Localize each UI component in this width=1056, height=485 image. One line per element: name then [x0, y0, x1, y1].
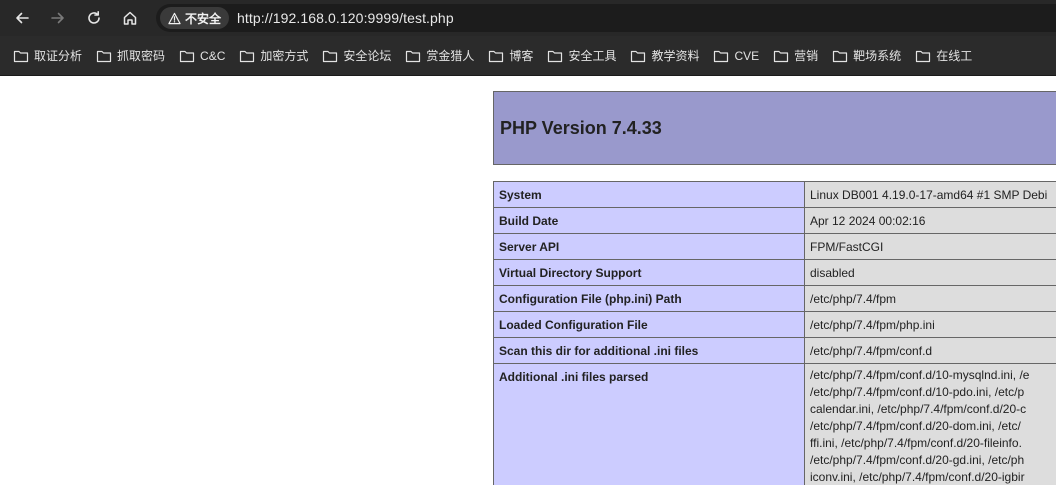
bookmark-label: 教学资料 [651, 49, 700, 63]
folder-icon [548, 50, 563, 62]
bookmark-folder[interactable]: 安全论坛 [317, 42, 396, 70]
info-value: /etc/php/7.4/fpm [804, 285, 1056, 312]
info-value-line: iconv.ini, /etc/php/7.4/fpm/conf.d/20-ig… [810, 470, 1025, 484]
phpinfo-header: PHP Version 7.4.33 [493, 91, 1056, 165]
info-key: Configuration File (php.ini) Path [493, 285, 805, 312]
folder-icon [240, 50, 255, 62]
info-value-line: /etc/php/7.4/fpm/conf.d/20-dom.ini, /etc… [810, 419, 1021, 433]
bookmark-folder[interactable]: 博客 [483, 42, 538, 70]
info-key: Server API [493, 233, 805, 260]
table-row: Additional .ini files parsed/etc/php/7.4… [493, 363, 1056, 485]
table-row: Server API FPM/FastCGI [493, 233, 1056, 260]
bookmark-label: CVE [734, 48, 760, 63]
page-content: PHP Version 7.4.33 System Linux DB001 4.1… [0, 76, 1056, 485]
bookmark-label: 靶场系统 [853, 49, 902, 63]
site-security-chip[interactable]: 不安全 [160, 7, 230, 29]
bookmark-folder[interactable]: 教学资料 [625, 42, 704, 70]
bookmark-folder[interactable]: 赏金猎人 [400, 42, 479, 70]
bookmark-folder[interactable]: 在线工 [910, 42, 977, 70]
folder-icon [406, 50, 421, 62]
reload-button[interactable] [82, 6, 106, 30]
bookmark-folder[interactable]: C&C [174, 42, 230, 70]
bookmark-label: 赏金猎人 [426, 49, 475, 63]
folder-icon [833, 50, 848, 62]
info-value: Apr 12 2024 00:02:16 [804, 207, 1056, 234]
table-row: Virtual Directory Support disabled [493, 259, 1056, 286]
table-row: Build Date Apr 12 2024 00:02:16 [493, 207, 1056, 234]
table-row: Configuration File (php.ini) Path/etc/ph… [493, 285, 1056, 312]
info-value: /etc/php/7.4/fpm/php.ini [804, 311, 1056, 338]
info-key: Loaded Configuration File [493, 311, 805, 338]
info-key: System [493, 181, 805, 208]
bookmarks-bar: 取证分析 抓取密码 C&C 加密方式 安全论坛 赏金猎人 博客 安全工具 教学资料 CVE 营销 靶场… [0, 36, 1056, 76]
folder-icon [96, 50, 112, 62]
bookmark-label: 取证分析 [34, 49, 83, 63]
bookmark-folder[interactable]: 加密方式 [234, 42, 313, 70]
folder-icon [179, 50, 195, 62]
bookmark-folder[interactable]: CVE [708, 42, 764, 70]
arrow-left-icon [16, 12, 29, 24]
php-version-title: PHP Version 7.4.33 [500, 117, 662, 138]
info-key: Build Date [493, 207, 805, 234]
folder-icon [774, 50, 789, 62]
info-value: /etc/php/7.4/fpm/conf.d/10-mysqlnd.ini, … [804, 363, 1056, 485]
arrow-right-icon [51, 12, 64, 24]
phpinfo-container: PHP Version 7.4.33 System Linux DB001 4.1… [493, 91, 1056, 485]
bookmark-label: 博客 [509, 49, 534, 63]
table-row: Loaded Configuration File/etc/php/7.4/fp… [493, 311, 1056, 338]
folder-icon [916, 50, 931, 62]
info-key: Virtual Directory Support [493, 259, 805, 286]
bookmark-folder[interactable]: 营销 [768, 42, 823, 70]
reload-icon [88, 11, 100, 24]
phpinfo-table: System Linux DB001 4.19.0-17-amd64 #1 SMP… [493, 181, 1056, 485]
browser-toolbar: 不安全 http://192.168.0.120:9999/test.php [0, 0, 1056, 36]
forward-button[interactable] [46, 6, 70, 30]
info-value: disabled [804, 259, 1056, 286]
info-value-line: /etc/php/7.4/fpm/conf.d/10-mysqlnd.ini, … [810, 368, 1030, 382]
info-value: FPM/FastCGI [804, 233, 1056, 260]
folder-icon [489, 50, 504, 62]
warning-triangle-icon [168, 12, 181, 24]
info-value-line: calendar.ini, /etc/php/7.4/fpm/conf.d/20… [810, 402, 1027, 416]
bookmark-label: 加密方式 [260, 49, 309, 63]
bookmark-label: 在线工 [936, 49, 973, 63]
security-label: 不安全 [185, 11, 222, 26]
folder-icon [714, 50, 729, 62]
home-button[interactable] [118, 6, 142, 30]
address-bar[interactable]: 不安全 http://192.168.0.120:9999/test.php [156, 4, 1056, 32]
info-key: Scan this dir for additional .ini files [493, 337, 805, 364]
bookmark-label: 营销 [794, 49, 819, 63]
table-row: Scan this dir for additional .ini files /… [493, 337, 1056, 364]
info-value: Linux DB001 4.19.0-17-amd64 #1 SMP Debi [804, 181, 1056, 208]
url-text[interactable]: http://192.168.0.120:9999/test.php [237, 10, 454, 26]
bookmark-label: C&C [200, 48, 226, 63]
info-value-line: /etc/php/7.4/fpm/conf.d/20-gd.ini, /etc/… [810, 453, 1025, 467]
bookmark-folder[interactable]: 取证分析 [8, 42, 87, 70]
info-value-line: ffi.ini, /etc/php/7.4/fpm/conf.d/20-file… [810, 436, 1022, 450]
folder-icon [631, 50, 646, 62]
bookmark-label: 安全工具 [568, 49, 617, 63]
bookmark-label: 安全论坛 [343, 49, 392, 63]
table-row: System Linux DB001 4.19.0-17-amd64 #1 SMP… [493, 181, 1056, 208]
folder-icon [323, 50, 338, 62]
bookmark-folder[interactable]: 抓取密码 [91, 42, 170, 70]
info-key: Additional .ini files parsed [493, 363, 805, 485]
info-value: /etc/php/7.4/fpm/conf.d [804, 337, 1056, 364]
back-button[interactable] [10, 6, 34, 30]
folder-icon [13, 50, 29, 62]
home-icon [123, 11, 137, 25]
bookmark-folder[interactable]: 靶场系统 [827, 42, 906, 70]
info-value-line: /etc/php/7.4/fpm/conf.d/10-pdo.ini, /etc… [810, 385, 1025, 399]
bookmark-folder[interactable]: 安全工具 [542, 42, 621, 70]
bookmark-label: 抓取密码 [117, 49, 166, 63]
